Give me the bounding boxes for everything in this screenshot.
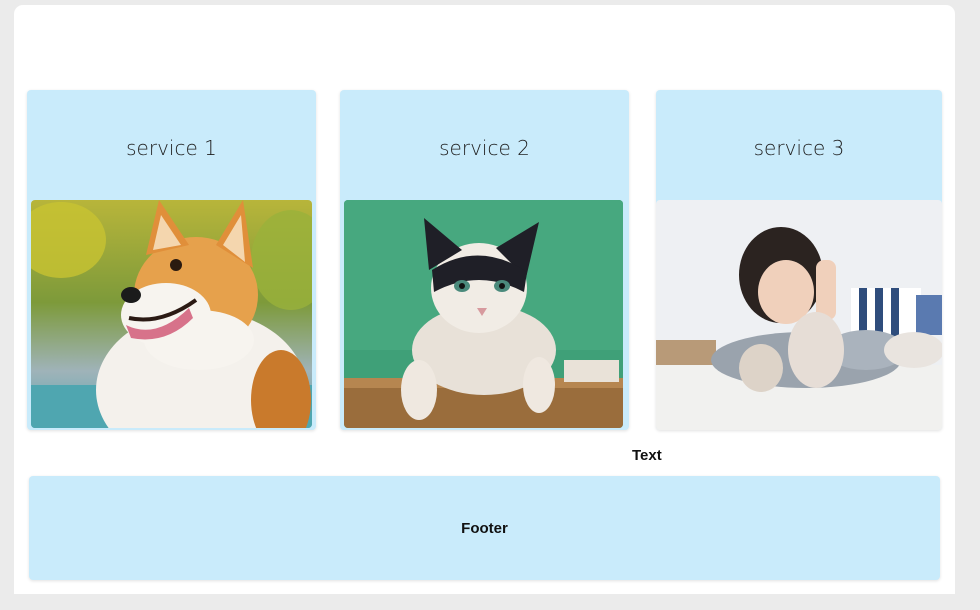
service-title: service 1: [126, 136, 217, 160]
woman-with-cats-image: [656, 200, 942, 430]
footer-label: Footer: [461, 519, 508, 537]
scrollbar[interactable]: [958, 0, 980, 610]
service-card-3[interactable]: service 3: [656, 90, 942, 430]
cat-image: [344, 200, 623, 428]
service-card-1[interactable]: service 1: [27, 90, 316, 430]
corgi-image: [31, 200, 312, 428]
service-card-2[interactable]: service 2: [340, 90, 629, 430]
text-label: Text: [632, 447, 662, 464]
footer: Footer: [29, 476, 940, 580]
service-title: service 3: [753, 136, 845, 160]
service-title: service 2: [439, 136, 530, 160]
bottom-edge: [0, 594, 980, 610]
